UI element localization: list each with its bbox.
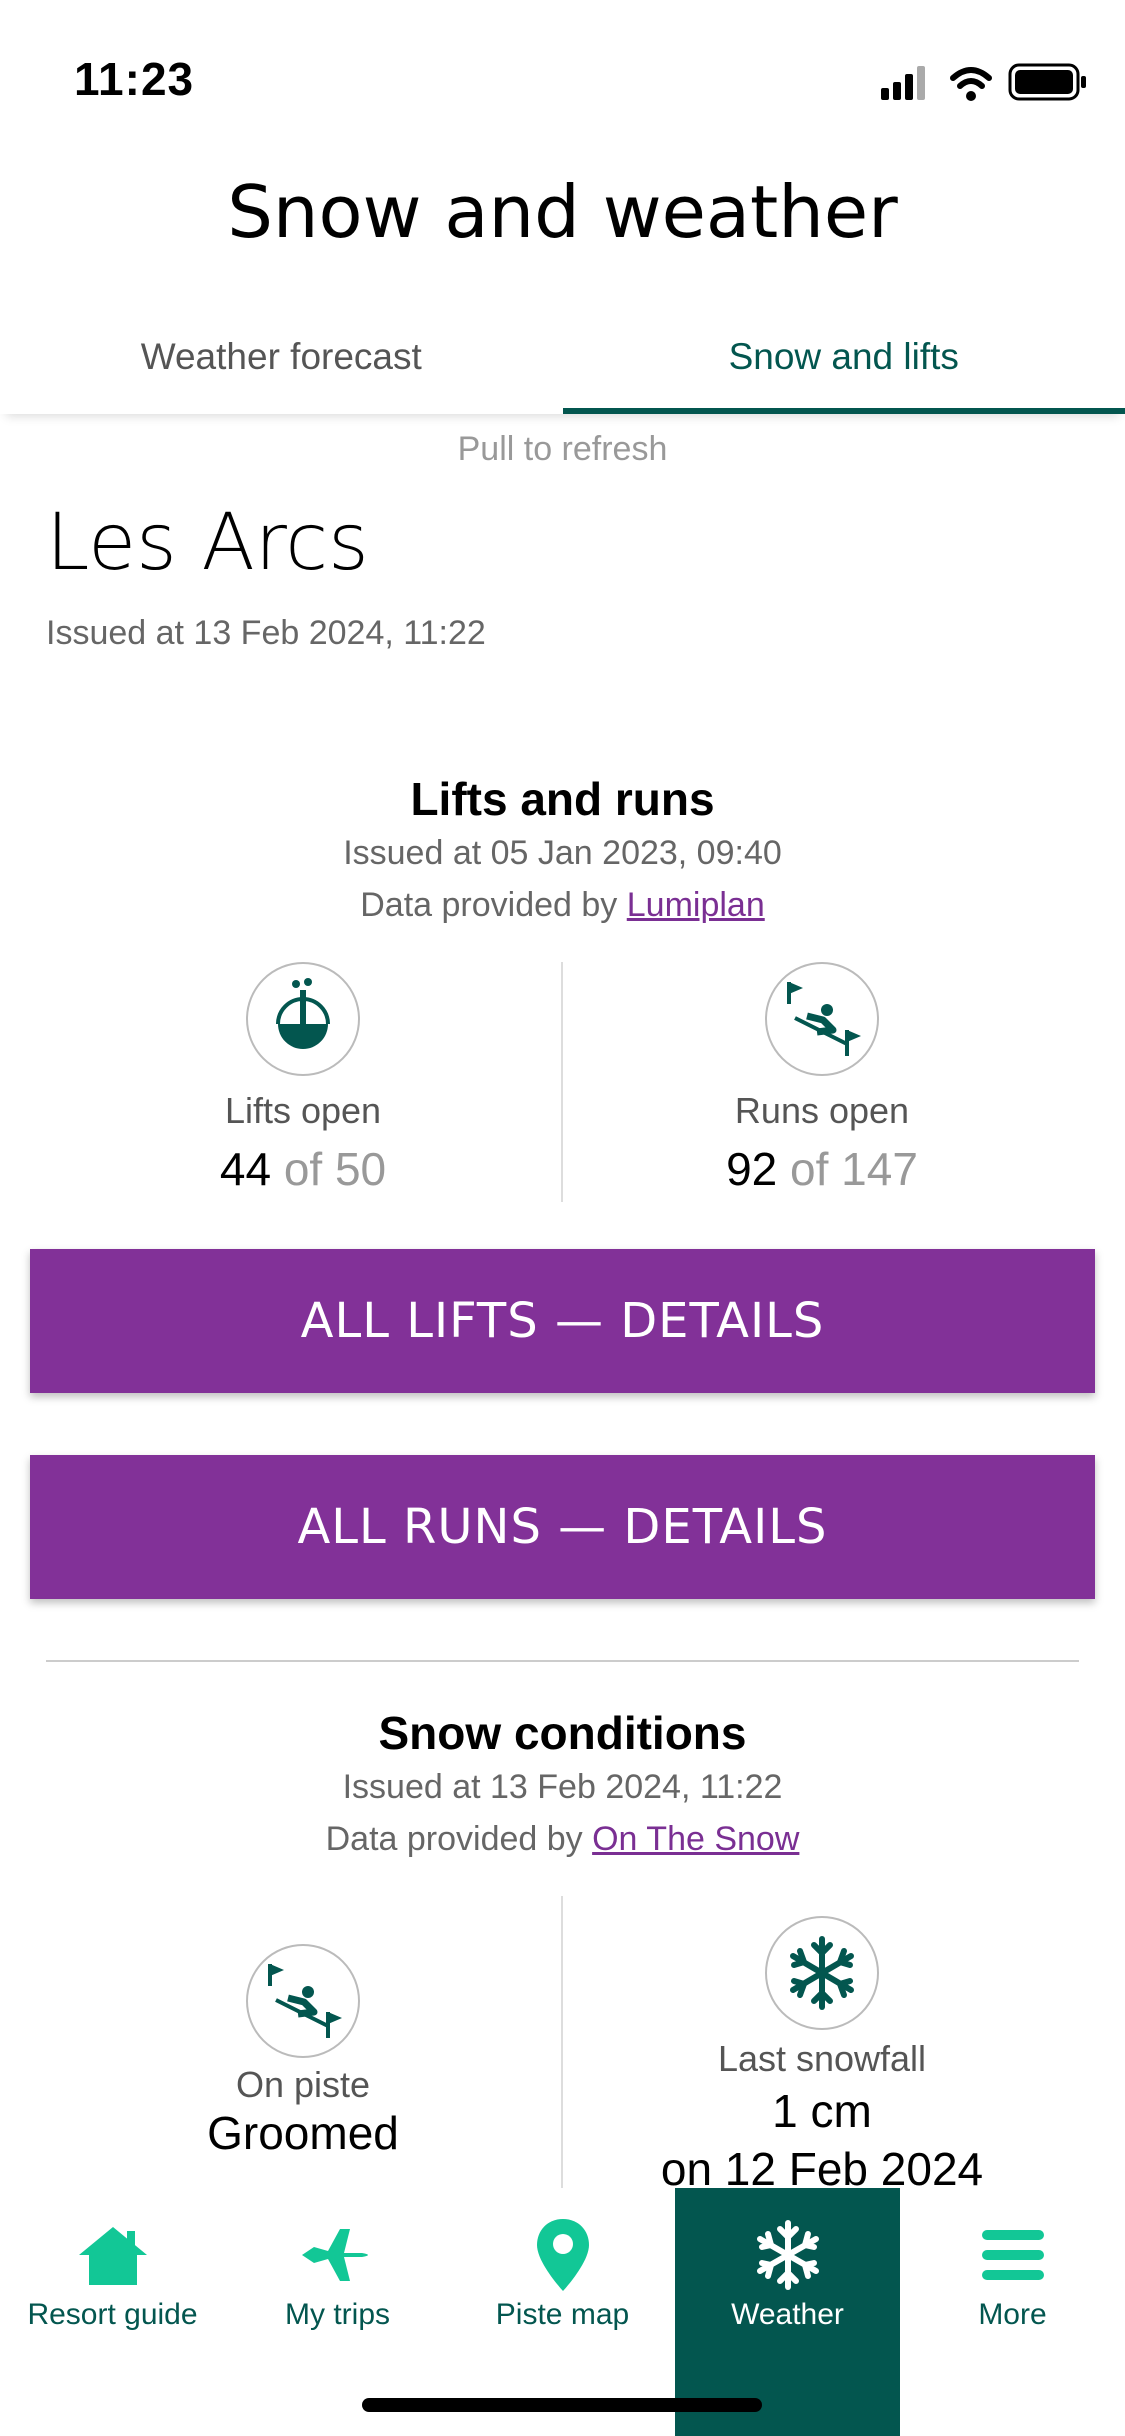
lifts-open-stat: Lifts open 44 of 50 <box>22 962 584 1196</box>
on-the-snow-link[interactable]: On The Snow <box>592 1820 799 1858</box>
run-circle <box>765 962 879 1076</box>
tab-weather-forecast[interactable]: Weather forecast <box>0 300 563 414</box>
plane-icon <box>225 2210 450 2300</box>
status-time: 11:23 <box>74 53 195 105</box>
runs-open-count: 92 <box>726 1143 778 1195</box>
lifts-total: of 50 <box>283 1143 387 1195</box>
snowflake-icon <box>675 2210 900 2300</box>
lifts-runs-issued: Issued at 05 Jan 2023, 09:40 <box>343 834 782 872</box>
wifi-icon <box>950 67 992 101</box>
skier-icon <box>268 1964 342 2038</box>
last-snowfall-stat: Last snowfall 1 cm on 12 Feb 2024 <box>541 1916 1103 2196</box>
home-icon <box>0 2210 225 2300</box>
snowflake-icon <box>790 1936 854 2010</box>
nav-label: Piste map <box>495 2298 630 2331</box>
gondola-icon <box>276 978 330 1049</box>
skier-icon <box>787 982 861 1056</box>
pull-to-refresh-hint: Pull to refresh <box>457 430 668 468</box>
status-icons <box>881 63 1086 101</box>
on-piste-value: Groomed <box>207 2107 399 2159</box>
nav-label: More <box>978 2298 1047 2331</box>
resort-name: Les Arcs <box>46 498 369 588</box>
page-title: Snow and weather <box>227 170 898 254</box>
lifts-open-label: Lifts open <box>224 1090 382 1131</box>
on-piste-stat: On piste Groomed <box>22 1944 584 2160</box>
runs-open-stat: Runs open 92 of 147 <box>541 962 1103 1196</box>
nav-more[interactable]: More <box>900 2188 1125 2436</box>
lumiplan-link[interactable]: Lumiplan <box>627 886 765 924</box>
runs-total: of 147 <box>790 1143 918 1195</box>
snowfall-circle <box>765 1916 879 2030</box>
lifts-runs-stats: Lifts open 44 of 50 Runs open 92 of 147 <box>0 962 1125 1202</box>
last-snowfall-amount: 1 cm <box>772 2085 872 2137</box>
battery-icon <box>1008 63 1086 101</box>
snow-provider-line: Data provided by On The Snow <box>0 1820 1125 1859</box>
lifts-runs-provider-line: Data provided by Lumiplan <box>0 886 1125 925</box>
all-runs-details-button[interactable]: ALL RUNS — DETAILS <box>30 1455 1095 1599</box>
lifts-open-count: 44 <box>219 1143 272 1195</box>
nav-label: Weather <box>731 2298 844 2331</box>
lifts-runs-title: Lifts and runs <box>410 773 715 825</box>
menu-icon <box>900 2210 1125 2300</box>
snow-stats: On piste Groomed Last snowfall 1 cm on 1… <box>0 1896 1125 2195</box>
home-indicator[interactable] <box>362 2398 762 2412</box>
nav-label: My trips <box>285 2298 390 2331</box>
lifts-open-value: 44 of 50 <box>22 1142 584 1196</box>
map-pin-icon <box>450 2210 675 2300</box>
provider-prefix: Data provided by <box>360 886 618 924</box>
tab-bar: Weather forecast Snow and lifts <box>0 300 1125 414</box>
runs-open-value: 92 of 147 <box>541 1142 1103 1196</box>
snow-issued: Issued at 13 Feb 2024, 11:22 <box>342 1768 783 1806</box>
app-screen: 11:23 Snow and weather Weather forecast … <box>0 0 1125 2436</box>
on-piste-label: On piste <box>235 2064 371 2105</box>
lift-circle <box>246 962 360 1076</box>
last-snowfall-label: Last snowfall <box>717 2038 927 2079</box>
nav-label: Resort guide <box>27 2298 198 2331</box>
piste-circle <box>246 1944 360 2058</box>
all-lifts-details-button[interactable]: ALL LIFTS — DETAILS <box>30 1249 1095 1393</box>
status-bar: 11:23 <box>0 0 1125 150</box>
runs-open-label: Runs open <box>734 1090 910 1131</box>
nav-resort-guide[interactable]: Resort guide <box>0 2188 225 2436</box>
tab-snow-and-lifts[interactable]: Snow and lifts <box>562 300 1125 414</box>
section-divider <box>46 1660 1079 1662</box>
signal-icon <box>881 66 925 100</box>
provider-prefix: Data provided by <box>325 1820 583 1858</box>
resort-issued: Issued at 13 Feb 2024, 11:22 <box>46 614 486 652</box>
snow-conditions-title: Snow conditions <box>378 1707 747 1759</box>
